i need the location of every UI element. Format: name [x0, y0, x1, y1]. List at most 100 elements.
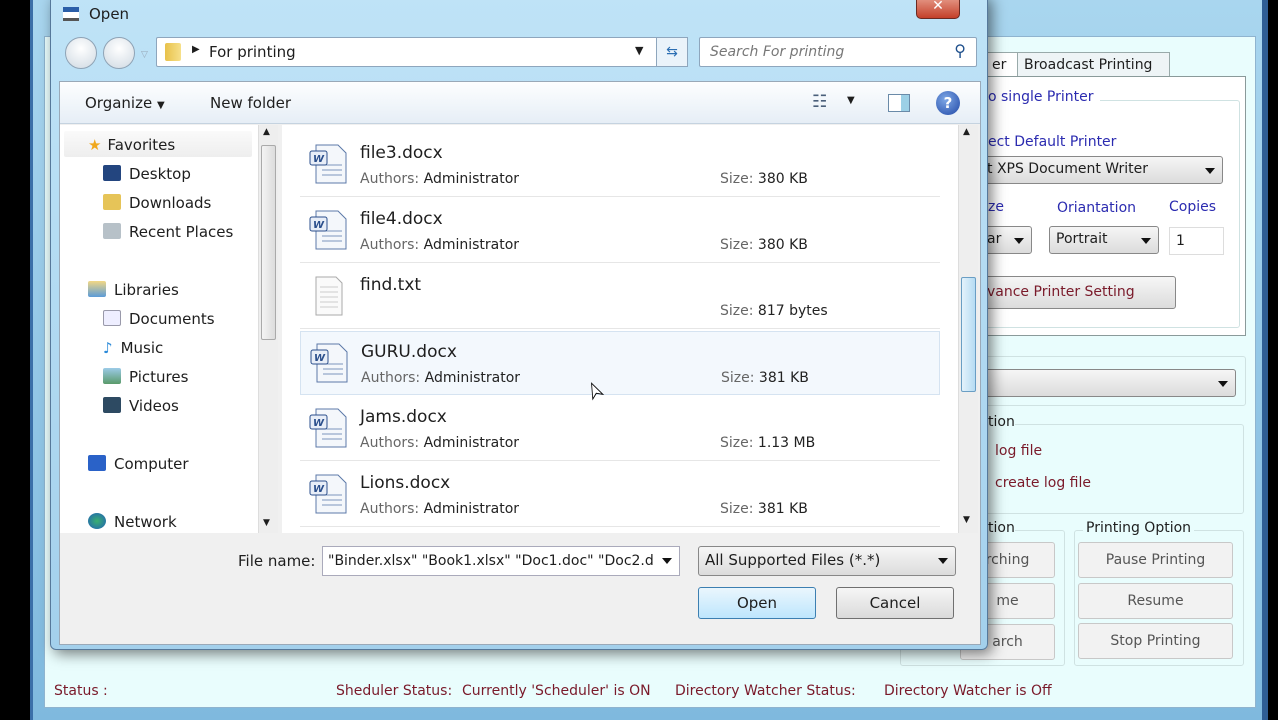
file-list-scrollbar[interactable]: ▲ ▼: [958, 125, 978, 533]
file-authors: Authors: Administrator: [361, 370, 520, 386]
printer-select[interactable]: t XPS Document Writer: [980, 156, 1223, 184]
chevron-down-icon: [1218, 381, 1228, 387]
file-authors: Authors: Administrator: [360, 171, 519, 187]
scroll-up-icon[interactable]: ▲: [263, 127, 270, 137]
file-row[interactable]: find.txt Size: 817 bytes: [300, 265, 940, 329]
address-dropdown-icon[interactable]: ▼: [635, 44, 643, 57]
file-row[interactable]: W Lions.docx Authors: Administrator Size: 3…: [300, 463, 940, 527]
address-bar[interactable]: ▶ For printing ▼: [156, 37, 686, 67]
scroll-down-icon[interactable]: ▼: [963, 515, 970, 525]
authors-value: Administrator: [424, 370, 521, 386]
search-input[interactable]: Search For printing ⚲: [699, 37, 977, 67]
file-row[interactable]: W GURU.docx Authors: Administrator Size: 38…: [300, 331, 940, 395]
open-button[interactable]: Open: [698, 587, 816, 619]
stop-printing-button[interactable]: Stop Printing: [1078, 623, 1233, 659]
nav-recent-places[interactable]: Recent Places: [103, 223, 233, 241]
close-icon: ✕: [932, 0, 944, 14]
nav-label: Network: [114, 513, 177, 531]
nav-documents[interactable]: Documents: [103, 310, 215, 328]
breadcrumb-arrow-icon[interactable]: ▶: [192, 44, 200, 55]
select-combo[interactable]: [980, 369, 1236, 397]
nav-pictures[interactable]: Pictures: [103, 368, 188, 386]
nav-label: Pictures: [129, 368, 189, 386]
size-value: 817 bytes: [757, 303, 828, 319]
nav-label: Music: [120, 339, 164, 357]
size-label: Size:: [720, 435, 754, 451]
printing-option-title: Printing Option: [1083, 520, 1195, 536]
scheduler-status-label: Sheduler Status:: [336, 683, 453, 699]
nav-favorites[interactable]: ★ Favorites: [88, 136, 175, 154]
open-file-dialog: Open ✕ ▽ ▶ For printing ▼ ⇆ Search For p…: [50, 0, 988, 650]
orientation-select[interactable]: Portrait: [1049, 226, 1159, 254]
folder-icon: [165, 43, 181, 61]
size-label: Size:: [720, 171, 754, 187]
close-button[interactable]: ✕: [916, 0, 960, 19]
copies-input[interactable]: 1: [1169, 227, 1224, 255]
libraries-icon: [88, 281, 106, 297]
size-label: Size:: [720, 501, 754, 517]
pause-printing-button[interactable]: Pause Printing: [1078, 542, 1233, 578]
log-group-title: tion: [988, 414, 1015, 430]
file-row[interactable]: Wfile3.docx Authors: Administrator Size: 3…: [300, 133, 940, 197]
word-document-icon: W: [309, 474, 347, 514]
svg-text:W: W: [313, 418, 325, 429]
file-type-select[interactable]: All Supported Files (*.*): [698, 546, 956, 576]
videos-icon: [103, 397, 121, 413]
file-size: Size: 380 KB: [720, 171, 808, 187]
cancel-button[interactable]: Cancel: [836, 587, 954, 619]
breadcrumb-current[interactable]: For printing: [209, 43, 296, 61]
file-row[interactable]: Wfile4.docx Authors: Administrator Size: 3…: [300, 199, 940, 263]
advance-printer-setting-button[interactable]: vance Printer Setting: [980, 276, 1176, 309]
log-option-dont-create[interactable]: create log file: [995, 475, 1091, 491]
organize-label: Organize: [85, 94, 153, 112]
authors-label: Authors:: [361, 370, 421, 386]
scroll-up-icon[interactable]: ▲: [963, 127, 970, 137]
nav-scrollbar[interactable]: ▲ ▼: [258, 125, 278, 533]
music-icon: ♪: [103, 339, 113, 357]
nav-music[interactable]: ♪ Music: [103, 339, 163, 357]
nav-libraries[interactable]: Libraries: [88, 281, 179, 299]
log-option-create[interactable]: log file: [995, 443, 1042, 459]
word-document-icon: W: [309, 144, 347, 184]
size-label: Size:: [720, 237, 754, 253]
size-value: 381 KB: [758, 370, 809, 386]
preview-pane-icon[interactable]: [888, 94, 910, 112]
nav-desktop[interactable]: Desktop: [103, 165, 191, 183]
chevron-down-icon: [1205, 168, 1215, 174]
nav-network[interactable]: Network: [88, 513, 177, 531]
size-value: 380 KB: [757, 237, 808, 253]
file-row[interactable]: W Jams.docx Authors: Administrator Size: 1.…: [300, 397, 940, 461]
size-value: ar: [987, 231, 1002, 247]
nav-label: Favorites: [107, 136, 176, 154]
help-icon[interactable]: ?: [936, 91, 960, 115]
file-size: Size: 1.13 MB: [720, 435, 815, 451]
organize-button[interactable]: Organize ▼: [85, 94, 165, 112]
tab-single-printer[interactable]: er: [985, 52, 1019, 77]
file-size: Size: 381 KB: [721, 370, 809, 386]
resume-printing-button[interactable]: Resume: [1078, 583, 1233, 619]
refresh-button[interactable]: ⇆: [656, 37, 688, 67]
chevron-down-icon: [1141, 238, 1151, 244]
back-button[interactable]: [65, 37, 97, 69]
file-authors: Authors: Administrator: [360, 237, 519, 253]
new-folder-button[interactable]: New folder: [210, 94, 291, 112]
navigation-pane: ★ Favorites Desktop Downloads Recent Plac…: [60, 125, 278, 533]
forward-button[interactable]: [103, 37, 135, 69]
tab-broadcast-printing[interactable]: Broadcast Printing: [1017, 52, 1170, 77]
size-label: Size:: [720, 303, 754, 319]
nav-videos[interactable]: Videos: [103, 397, 179, 415]
authors-label: Authors:: [360, 171, 420, 187]
file-name-input[interactable]: "Binder.xlsx" "Book1.xlsx" "Doc1.doc" "D…: [322, 546, 680, 576]
chevron-down-icon[interactable]: [662, 558, 672, 564]
orientation-label: Oriantation: [1057, 200, 1137, 216]
view-options-chevron-icon[interactable]: ▼: [847, 95, 855, 106]
nav-downloads[interactable]: Downloads: [103, 194, 211, 212]
nav-scroll-thumb[interactable]: [261, 145, 276, 340]
nav-computer[interactable]: Computer: [88, 455, 189, 473]
log-group: [980, 424, 1244, 514]
nav-label: Documents: [129, 310, 215, 328]
file-list-scroll-thumb[interactable]: [961, 277, 976, 392]
recent-pages-chevron-icon[interactable]: ▽: [141, 50, 148, 60]
scroll-down-icon[interactable]: ▼: [263, 518, 270, 528]
view-details-icon[interactable]: ☷: [812, 92, 827, 112]
